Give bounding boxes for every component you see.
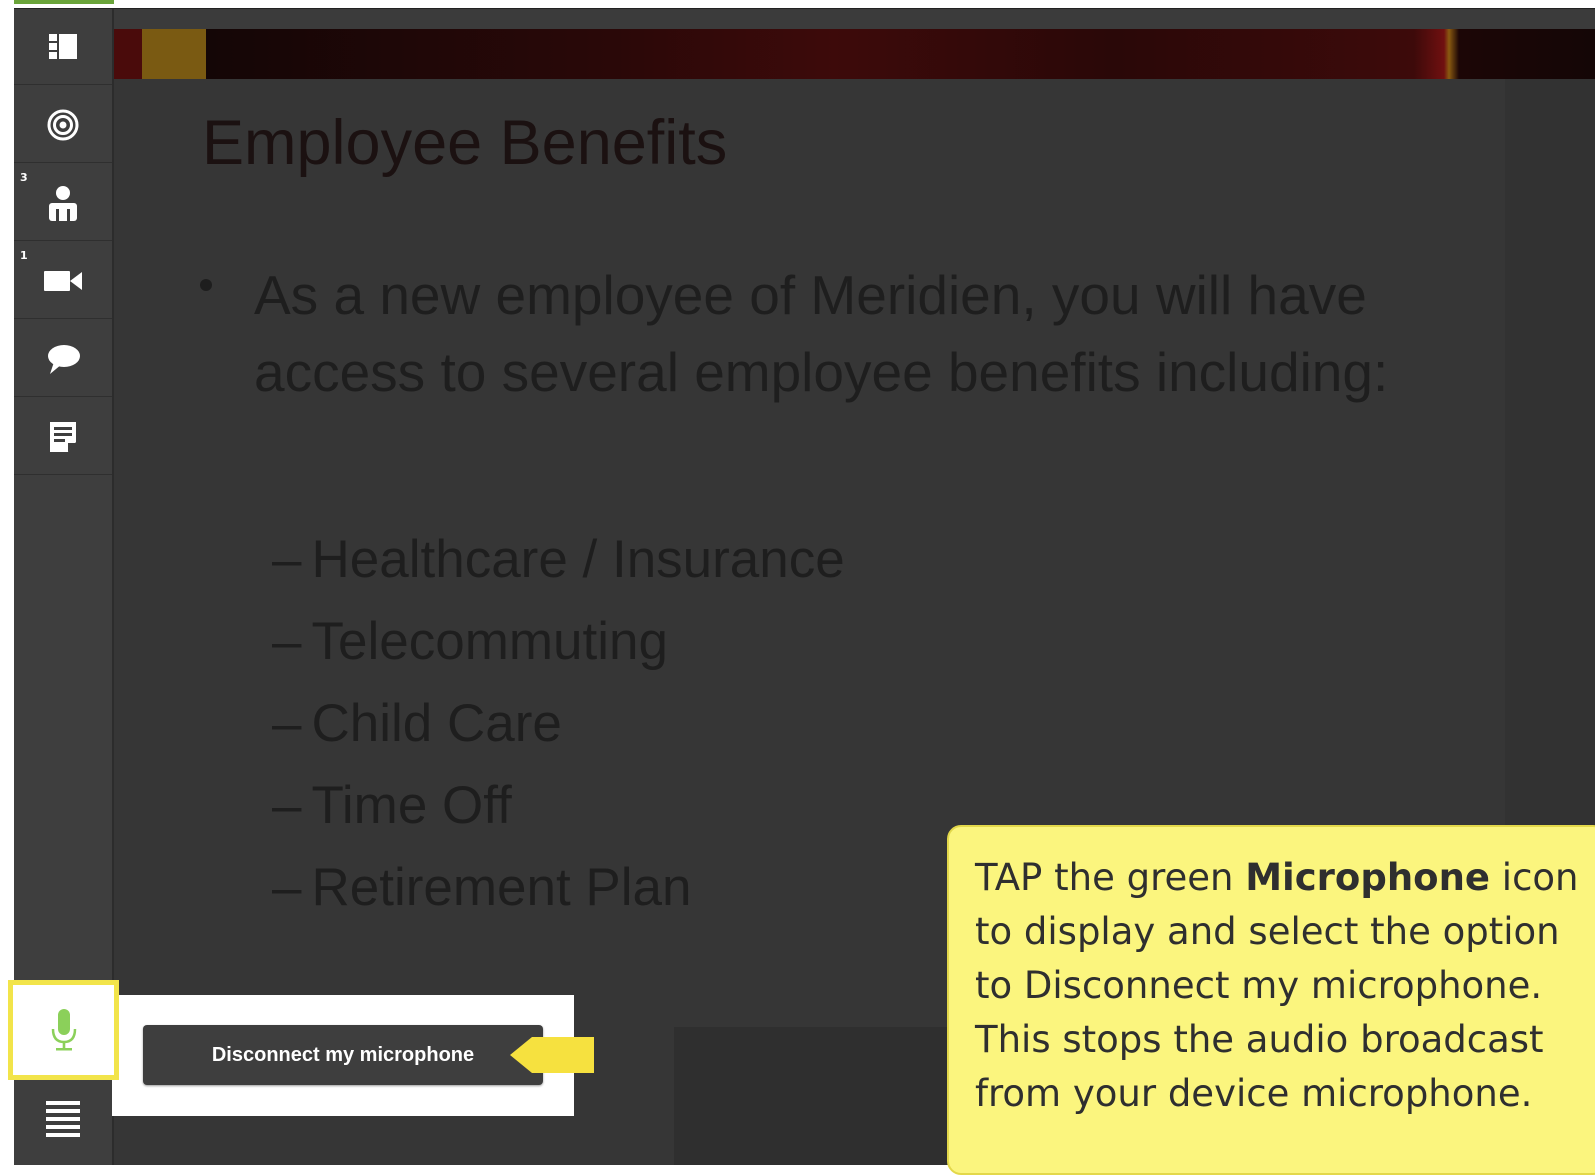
attendees-count-badge: 3	[20, 171, 28, 184]
benefits-list: – Healthcare / Insurance – Telecommuting –…	[272, 519, 845, 929]
top-accent-bar	[14, 0, 114, 4]
slide-banner	[114, 29, 1595, 79]
list-item: – Time Off	[272, 776, 512, 835]
pointer-arrow-icon	[510, 1037, 594, 1073]
list-item: – Telecommuting	[272, 612, 668, 671]
camera-button[interactable]: 1	[14, 243, 112, 319]
list-item: – Retirement Plan	[272, 858, 692, 917]
disconnect-microphone-button[interactable]: Disconnect my microphone	[143, 1025, 543, 1085]
notes-icon	[50, 421, 76, 452]
hamburger-menu-icon	[46, 1101, 80, 1137]
attendees-icon	[49, 185, 77, 221]
target-icon	[47, 109, 79, 140]
top-border	[0, 0, 1595, 8]
microphone-button[interactable]	[8, 980, 119, 1080]
camera-count-badge: 1	[20, 249, 28, 262]
slide-bullet-text: As a new employee of Meridien, you will …	[254, 264, 1389, 403]
callout-bold-term: Microphone	[1245, 856, 1491, 899]
list-item: – Child Care	[272, 694, 562, 753]
chat-button[interactable]	[14, 321, 112, 397]
notes-button[interactable]	[14, 399, 112, 475]
attendees-button[interactable]: 3	[14, 165, 112, 241]
list-item: – Healthcare / Insurance	[272, 530, 845, 589]
broadcast-button[interactable]	[14, 87, 112, 163]
microphone-icon	[51, 1009, 76, 1051]
menu-button[interactable]	[14, 1084, 112, 1154]
chat-bubble-icon	[48, 344, 80, 374]
bullet-marker	[200, 279, 212, 291]
layout-button[interactable]	[14, 9, 112, 85]
instruction-callout: TAP the green Microphone icon to display…	[947, 825, 1595, 1175]
camera-icon	[44, 270, 82, 291]
layout-icon	[49, 33, 77, 59]
slide-title: Employee Benefits	[202, 108, 728, 178]
